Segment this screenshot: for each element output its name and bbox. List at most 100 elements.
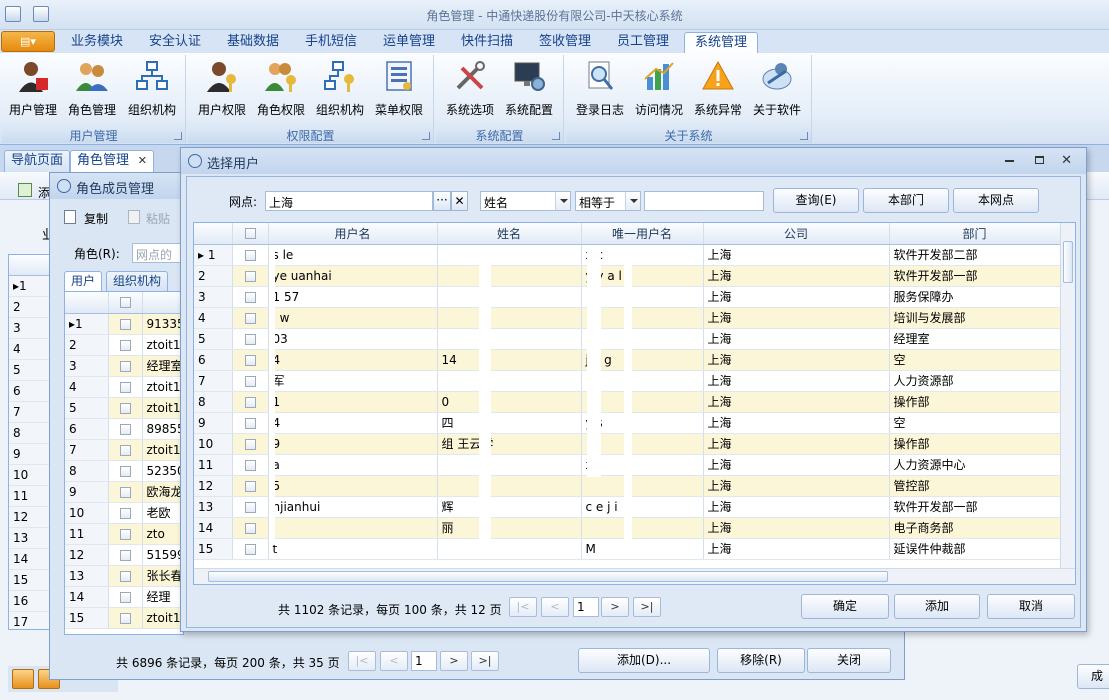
table-row[interactable]: 13 张长春 (65, 565, 183, 587)
row-checkbox[interactable] (119, 381, 131, 393)
user-page-input[interactable]: 1 (573, 597, 599, 617)
remove-member-button[interactable]: 移除(R) (717, 648, 805, 673)
vertical-scrollbar[interactable] (1060, 223, 1075, 568)
table-row[interactable]: 11 (9, 485, 53, 507)
system-options-button[interactable]: 系统选项 (441, 57, 499, 123)
org-permission-button[interactable]: 组织机构 (311, 57, 369, 123)
query-button[interactable]: 查询(E) (773, 188, 859, 213)
user-management-button[interactable]: 用户管理 (4, 57, 62, 123)
table-row[interactable]: 8 (9, 422, 53, 444)
row-checkbox[interactable] (244, 417, 256, 429)
row-checkbox[interactable] (119, 507, 131, 519)
dialog-launcher-icon[interactable] (174, 132, 182, 140)
tab-basic-data[interactable]: 基础数据 (218, 32, 288, 53)
row-checkbox[interactable] (244, 501, 256, 513)
member-page-input[interactable]: 1 (411, 651, 437, 671)
first-page-button[interactable]: |< (509, 597, 537, 617)
table-row[interactable]: 9 欧海龙 (65, 481, 183, 503)
tab-system[interactable]: 系统管理 (684, 32, 758, 53)
own-department-button[interactable]: 本部门 (863, 188, 949, 213)
add-member-button[interactable]: 添加(D)... (578, 648, 710, 673)
row-checkbox[interactable] (119, 528, 131, 540)
close-button[interactable]: 关闭 (807, 648, 891, 673)
ok-button[interactable]: 确定 (801, 594, 889, 619)
table-row[interactable]: 8 52350 (65, 460, 183, 482)
application-menu-button[interactable]: ▤▾ (1, 31, 55, 52)
table-row[interactable]: 15 (9, 569, 53, 591)
row-checkbox[interactable] (119, 465, 131, 477)
prev-page-button[interactable]: < (380, 651, 408, 671)
row-checkbox[interactable] (119, 444, 131, 456)
row-checkbox[interactable] (119, 339, 131, 351)
tab-scan[interactable]: 快件扫描 (452, 32, 522, 53)
close-tab-icon[interactable]: ✕ (138, 151, 147, 171)
table-row[interactable]: 5 (9, 359, 53, 381)
dialog-launcher-icon[interactable] (800, 132, 808, 140)
table-row[interactable]: 12 51599 (65, 544, 183, 566)
field-select[interactable]: 姓名 (480, 191, 571, 211)
login-log-button[interactable]: 登录日志 (571, 57, 629, 123)
maximize-icon[interactable] (1035, 156, 1044, 164)
table-row[interactable]: 5 ztoit12 (65, 397, 183, 419)
table-row[interactable]: 10 老欧 (65, 502, 183, 524)
menu-permission-button[interactable]: 菜单权限 (370, 57, 428, 123)
copy-button[interactable]: 复制 (84, 210, 108, 227)
system-exception-button[interactable]: 系统异常 (689, 57, 747, 123)
row-checkbox[interactable] (244, 480, 256, 492)
dialog-launcher-icon[interactable] (552, 132, 560, 140)
search-input[interactable] (644, 191, 764, 211)
table-row[interactable]: 2 (9, 296, 53, 318)
table-row[interactable]: 10 (9, 464, 53, 486)
row-checkbox[interactable] (244, 291, 256, 303)
tab-staff[interactable]: 员工管理 (608, 32, 678, 53)
paste-button[interactable]: 粘贴 (146, 210, 170, 227)
table-row[interactable]: 11 zto (65, 523, 183, 545)
scroll-thumb[interactable] (208, 571, 888, 582)
table-row[interactable]: 17 (9, 611, 53, 629)
minimize-icon[interactable] (1005, 160, 1014, 162)
table-row[interactable]: 13 (9, 527, 53, 549)
row-checkbox[interactable] (244, 543, 256, 555)
row-checkbox[interactable] (244, 459, 256, 471)
tab-business[interactable]: 业务模块 (62, 32, 132, 53)
row-checkbox[interactable] (119, 486, 131, 498)
next-page-button[interactable]: > (601, 597, 629, 617)
chevron-down-icon[interactable] (625, 192, 640, 210)
upload-icon[interactable] (12, 669, 34, 689)
chevron-down-icon[interactable] (555, 192, 570, 210)
tab-navigation-page[interactable]: 导航页面 (4, 150, 71, 172)
row-checkbox[interactable] (244, 333, 256, 345)
table-row[interactable]: 6 (9, 380, 53, 402)
table-row[interactable]: 3 经理室 (65, 355, 183, 377)
first-page-button[interactable]: |< (348, 651, 376, 671)
role-management-button[interactable]: 角色管理 (63, 57, 121, 123)
close-icon[interactable]: ✕ (1061, 153, 1072, 168)
dialog-launcher-icon[interactable] (422, 132, 430, 140)
scroll-thumb[interactable] (1063, 241, 1073, 283)
select-all-checkbox[interactable] (244, 228, 256, 240)
table-row[interactable]: 14 (9, 548, 53, 570)
tab-receipt[interactable]: 签收管理 (530, 32, 600, 53)
member-button[interactable]: 成 (1077, 664, 1109, 689)
select-all-checkbox[interactable] (119, 297, 131, 309)
role-permission-button[interactable]: 角色权限 (252, 57, 310, 123)
row-checkbox[interactable] (244, 312, 256, 324)
column-header-department[interactable]: 部门 (889, 223, 1061, 245)
table-row[interactable]: 4 ztoit12 (65, 376, 183, 398)
row-checkbox[interactable] (119, 591, 131, 603)
tab-sms[interactable]: 手机短信 (296, 32, 366, 53)
user-permission-button[interactable]: 用户权限 (193, 57, 251, 123)
row-checkbox[interactable] (119, 570, 131, 582)
row-checkbox[interactable] (119, 318, 131, 330)
next-page-button[interactable]: > (440, 651, 468, 671)
prev-page-button[interactable]: < (541, 597, 569, 617)
row-checkbox[interactable] (119, 423, 131, 435)
horizontal-scrollbar[interactable] (194, 568, 1075, 584)
table-row[interactable]: 2 ztoit12 (65, 334, 183, 356)
about-software-button[interactable]: 关于软件 (748, 57, 806, 123)
last-page-button[interactable]: >| (471, 651, 499, 671)
site-input[interactable]: 上海 (265, 191, 433, 211)
clear-site-button[interactable]: ✕ (451, 191, 468, 211)
table-row[interactable]: 15 ztoit12 (65, 607, 183, 629)
table-row[interactable]: ▸1 91335 (65, 313, 183, 335)
